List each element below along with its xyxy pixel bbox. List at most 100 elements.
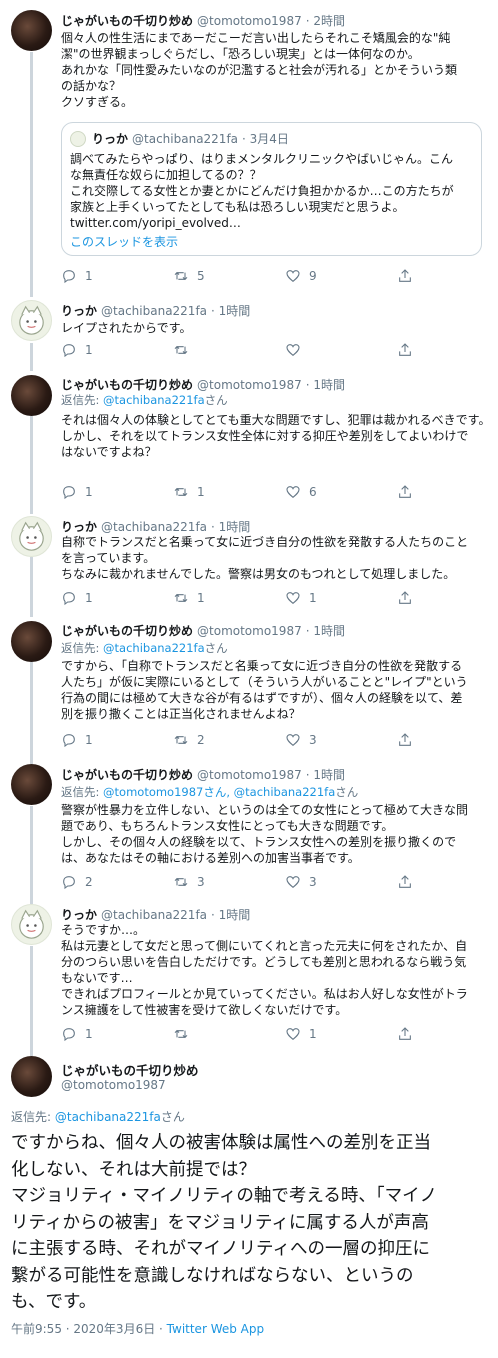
- user-handle[interactable]: @tomotomo1987: [197, 624, 302, 638]
- reply-button[interactable]: 1: [61, 590, 93, 606]
- user-handle[interactable]: @tomotomo1987: [197, 14, 302, 28]
- quoted-tweet[interactable]: りっか @tachibana221fa · 3月4日 調べてみたらやっぱり、はり…: [61, 122, 482, 256]
- user-handle[interactable]: @tomotomo1987: [197, 768, 302, 782]
- display-name[interactable]: じゃがいもの千切り炒め: [61, 14, 193, 28]
- retweet-button[interactable]: 1: [173, 590, 205, 606]
- tweet[interactable]: じゃがいもの千切り炒め @tomotomo1987 · 1時間 返信先: @tomo…: [0, 764, 498, 904]
- retweet-count: 1: [197, 485, 205, 499]
- reply-to-link[interactable]: @tachibana221fa: [55, 1110, 161, 1124]
- tweet-header: りっか @tachibana221fa · 1時間: [61, 906, 250, 923]
- avatar[interactable]: [11, 1056, 52, 1097]
- like-button[interactable]: 1: [285, 590, 317, 606]
- share-button[interactable]: [397, 268, 421, 284]
- tweet-timestamp: 午前9:55 · 2020年3月6日 · Twitter Web App: [11, 1320, 264, 1337]
- quoted-tweet-text: 調べてみたらやっぱり、はりまメンタルクリニックやばいじゃん。こん な無責任な奴ら…: [70, 151, 475, 231]
- text-line: リティからの被害」をマジョリティに属する人が声高: [11, 1212, 429, 1233]
- share-icon: [397, 342, 413, 358]
- retweet-button[interactable]: [173, 1026, 197, 1042]
- reply-icon: [61, 342, 77, 358]
- display-name: りっか: [92, 132, 129, 146]
- user-handle[interactable]: @tomotomo1987: [197, 378, 302, 392]
- tweet-time[interactable]: · 2時間: [306, 14, 345, 28]
- tweet-time[interactable]: · 1時間: [306, 768, 345, 782]
- share-button[interactable]: [397, 732, 421, 748]
- like-count: 1: [309, 1027, 317, 1041]
- tweet[interactable]: じゃがいもの千切り炒め @tomotomo1987 · 2時間 個々人の性生活にまで…: [0, 0, 498, 300]
- avatar[interactable]: [11, 375, 52, 416]
- tweet[interactable]: りっか @tachibana221fa · 1時間 そうですか…。 私は元妻として女…: [0, 904, 498, 1056]
- avatar[interactable]: [11, 516, 52, 557]
- display-name[interactable]: じゃがいもの千切り炒め: [61, 624, 193, 638]
- source-app-link[interactable]: Twitter Web App: [167, 1322, 264, 1336]
- user-handle[interactable]: @tomotomo1987: [61, 1078, 166, 1092]
- text-line: 私は元妻として女だと思って側にいてくれと言った元夫に何をされたか、自: [61, 939, 468, 953]
- reply-to-link[interactable]: @tachibana221fa: [103, 393, 205, 407]
- tweet-actions: 2 3 3: [61, 874, 441, 892]
- retweet-count: 1: [197, 591, 205, 605]
- tweet[interactable]: りっか @tachibana221fa · 1時間 自称でトランスだと名乗って女に近…: [0, 514, 498, 618]
- display-name[interactable]: じゃがいもの千切り炒め: [61, 378, 193, 392]
- user-handle[interactable]: @tachibana221fa: [101, 304, 207, 318]
- avatar[interactable]: [11, 300, 52, 341]
- tweet-actions: 1 1 1: [61, 590, 441, 608]
- avatar[interactable]: [11, 621, 52, 662]
- show-thread-link[interactable]: このスレッドを表示: [70, 233, 178, 250]
- retweet-button[interactable]: 1: [173, 484, 205, 500]
- tweet[interactable]: じゃがいもの千切り炒め @tomotomo1987 · 1時間 返信先: @tach…: [0, 372, 498, 514]
- share-button[interactable]: [397, 342, 421, 358]
- avatar[interactable]: [11, 764, 52, 805]
- tweet-actions: 1 1 6: [61, 484, 441, 502]
- like-button[interactable]: 3: [285, 732, 317, 748]
- share-button[interactable]: [397, 874, 421, 890]
- retweet-button[interactable]: 5: [173, 268, 205, 284]
- tweet[interactable]: りっか @tachibana221fa · 1時間 レイプされたからです。 1: [0, 300, 498, 372]
- reply-button[interactable]: 1: [61, 268, 93, 284]
- tweet-time[interactable]: · 1時間: [211, 520, 250, 534]
- retweet-button[interactable]: 3: [173, 874, 205, 890]
- like-button[interactable]: 3: [285, 874, 317, 890]
- reply-button[interactable]: 1: [61, 342, 93, 358]
- display-name[interactable]: りっか: [61, 304, 97, 318]
- like-button[interactable]: [285, 342, 309, 358]
- main-tweet-text: ですからね、個々人の被害体験は属性への差別を正当 化しない、それは大前提では？ …: [11, 1130, 491, 1316]
- reply-button[interactable]: 1: [61, 732, 93, 748]
- tweet-actions: 1: [61, 342, 441, 360]
- tweet-time[interactable]: · 1時間: [211, 304, 250, 318]
- reply-button[interactable]: 2: [61, 874, 93, 890]
- retweet-button[interactable]: [173, 342, 197, 358]
- reply-button[interactable]: 1: [61, 484, 93, 500]
- share-button[interactable]: [397, 1026, 421, 1042]
- display-name[interactable]: りっか: [61, 908, 97, 922]
- retweet-button[interactable]: 2: [173, 732, 205, 748]
- tweet-time[interactable]: · 1時間: [211, 908, 250, 922]
- text-line: twitter.com/yoripi_evolved…: [70, 216, 241, 230]
- reply-count: 1: [85, 485, 93, 499]
- tweet-text: それは個々人の体験としてとても重大な問題ですし、犯罪は裁かれるべきです。 しかし…: [61, 412, 491, 460]
- share-icon: [397, 874, 413, 890]
- user-handle[interactable]: @tachibana221fa: [101, 908, 207, 922]
- tweet-time[interactable]: · 1時間: [306, 624, 345, 638]
- like-button[interactable]: 9: [285, 268, 317, 284]
- avatar[interactable]: [11, 904, 52, 945]
- display-name[interactable]: りっか: [61, 520, 97, 534]
- reply-button[interactable]: 1: [61, 1026, 93, 1042]
- display-name[interactable]: じゃがいもの千切り炒め: [61, 1060, 199, 1079]
- user-handle[interactable]: @tachibana221fa: [101, 520, 207, 534]
- text-line: は、あなたはその軸における差別への加害当事者です。: [61, 851, 360, 865]
- text-line: もないです…: [61, 971, 133, 985]
- tweet-header: じゃがいもの千切り炒め @tomotomo1987 · 1時間: [61, 376, 345, 393]
- share-button[interactable]: [397, 484, 421, 500]
- display-name[interactable]: じゃがいもの千切り炒め: [61, 768, 193, 782]
- reply-to-link[interactable]: @tachibana221fa: [103, 641, 205, 655]
- timestamp-text[interactable]: 午前9:55 · 2020年3月6日 ·: [11, 1322, 167, 1336]
- avatar[interactable]: [11, 10, 52, 51]
- reply-icon: [61, 732, 77, 748]
- like-button[interactable]: 6: [285, 484, 317, 500]
- tweet-time[interactable]: · 1時間: [306, 378, 345, 392]
- like-button[interactable]: 1: [285, 1026, 317, 1042]
- share-button[interactable]: [397, 590, 421, 606]
- tweet-text: レイプされたからです。: [61, 320, 491, 336]
- tweet-text: ですから、「自称でトランスだと名乗って女に近づき自分の性欲を発散する 人たち」が…: [61, 658, 491, 722]
- reply-to-link[interactable]: @tomotomo1987さん, @tachibana221fa: [103, 785, 335, 799]
- tweet[interactable]: じゃがいもの千切り炒め @tomotomo1987 · 1時間 返信先: @tach…: [0, 618, 498, 764]
